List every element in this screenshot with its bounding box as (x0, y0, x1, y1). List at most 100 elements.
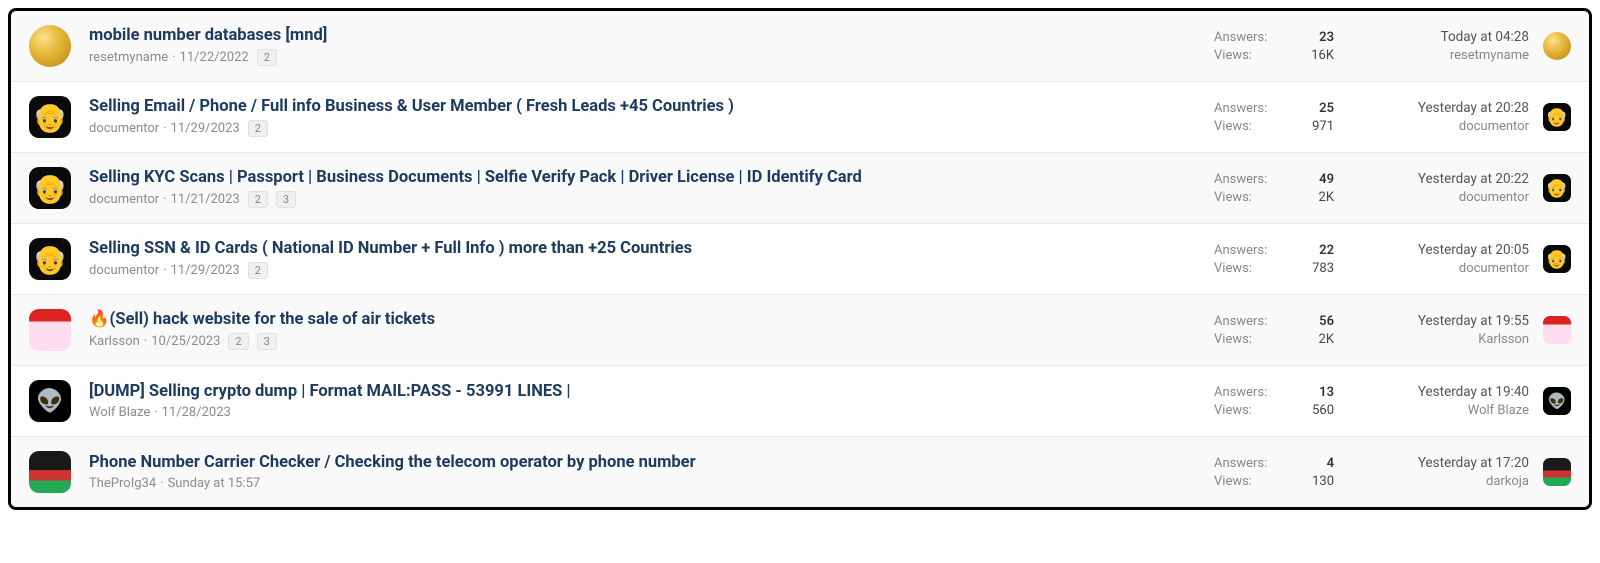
meta-separator: · (163, 121, 166, 136)
last-post-user[interactable]: resetmyname (1346, 48, 1529, 63)
author-avatar[interactable] (29, 451, 71, 493)
thread-main: mobile number databases [mnd] resetmyname… (89, 26, 1214, 66)
thread-author[interactable]: documentor (89, 263, 159, 278)
last-post: Yesterday at 19:40 Wolf Blaze (1334, 384, 1529, 418)
author-avatar[interactable] (29, 309, 71, 351)
thread-title[interactable]: mobile number databases [mnd] (89, 26, 1202, 45)
thread-author[interactable]: Wolf Blaze (89, 405, 150, 420)
meta-separator: · (163, 263, 166, 278)
last-post-time[interactable]: Yesterday at 19:55 (1346, 313, 1529, 329)
author-avatar[interactable]: 👽 (29, 380, 71, 422)
answers-label: Answers: (1214, 385, 1281, 400)
thread-title[interactable]: Selling Email / Phone / Full info Busine… (89, 97, 1202, 116)
page-badge[interactable]: 3 (257, 333, 277, 350)
last-post-time[interactable]: Yesterday at 19:40 (1346, 384, 1529, 400)
meta-separator: · (163, 192, 166, 207)
views-label: Views: (1214, 190, 1284, 205)
thread-meta: documentor · 11/29/2023 2 (89, 262, 1202, 279)
answers-label: Answers: (1214, 243, 1281, 258)
thread-stats: Answers:22Views:783 (1214, 243, 1334, 276)
thread-title[interactable]: Selling SSN & ID Cards ( National ID Num… (89, 239, 1202, 258)
thread-main: Selling Email / Phone / Full info Busine… (89, 97, 1214, 137)
answers-value: 22 (1299, 243, 1334, 258)
last-post-user[interactable]: Karlsson (1346, 332, 1529, 347)
thread-row: 👴 Selling Email / Phone / Full info Busin… (11, 82, 1589, 153)
last-post-avatar[interactable] (1543, 316, 1571, 344)
meta-separator: · (154, 405, 157, 420)
last-post-avatar[interactable] (1543, 458, 1571, 486)
thread-date: 11/29/2023 (171, 121, 240, 136)
last-post: Yesterday at 20:05 documentor (1334, 242, 1529, 276)
answers-value: 23 (1298, 30, 1334, 45)
last-post-user[interactable]: documentor (1346, 190, 1529, 205)
last-post-time[interactable]: Yesterday at 20:22 (1346, 171, 1529, 187)
last-post: Yesterday at 19:55 Karlsson (1334, 313, 1529, 347)
thread-date: 11/28/2023 (162, 405, 231, 420)
last-post-avatar[interactable]: 👴 (1543, 245, 1571, 273)
thread-author[interactable]: Karlsson (89, 334, 140, 349)
thread-title[interactable]: [DUMP] Selling crypto dump | Format MAIL… (89, 382, 1202, 401)
last-post-time[interactable]: Yesterday at 20:28 (1346, 100, 1529, 116)
answers-value: 4 (1299, 456, 1334, 471)
thread-author[interactable]: documentor (89, 192, 159, 207)
meta-separator: · (172, 50, 175, 65)
thread-author[interactable]: documentor (89, 121, 159, 136)
answers-value: 25 (1299, 101, 1334, 116)
last-post-time[interactable]: Today at 04:28 (1346, 29, 1529, 45)
page-badge[interactable]: 2 (228, 333, 248, 350)
thread-title[interactable]: Selling KYC Scans | Passport | Business … (89, 168, 1202, 187)
thread-list: mobile number databases [mnd] resetmyname… (11, 11, 1589, 507)
author-avatar[interactable]: 👴 (29, 167, 71, 209)
thread-main: Selling KYC Scans | Passport | Business … (89, 168, 1214, 208)
thread-author[interactable]: resetmyname (89, 50, 168, 65)
last-post: Yesterday at 20:28 documentor (1334, 100, 1529, 134)
views-label: Views: (1214, 474, 1281, 489)
answers-label: Answers: (1214, 30, 1280, 45)
last-post-user[interactable]: Wolf Blaze (1346, 403, 1529, 418)
page-badge[interactable]: 2 (248, 191, 268, 208)
meta-separator: · (144, 334, 147, 349)
thread-title[interactable]: 🔥(Sell) hack website for the sale of air… (89, 310, 1202, 329)
thread-main: [DUMP] Selling crypto dump | Format MAIL… (89, 382, 1214, 420)
last-post-user[interactable]: documentor (1346, 119, 1529, 134)
last-post: Yesterday at 17:20 darkoja (1334, 455, 1529, 489)
last-post-user[interactable]: darkoja (1346, 474, 1529, 489)
thread-author[interactable]: TheProIg34 (89, 476, 156, 491)
page-badge[interactable]: 2 (257, 49, 277, 66)
author-avatar[interactable] (29, 25, 71, 67)
last-post-avatar[interactable]: 👽 (1543, 387, 1571, 415)
thread-meta: Karlsson · 10/25/202323 (89, 333, 1202, 350)
page-badge[interactable]: 2 (248, 262, 268, 279)
answers-value: 49 (1302, 172, 1334, 187)
thread-title[interactable]: Phone Number Carrier Checker / Checking … (89, 453, 1202, 472)
views-value: 560 (1299, 403, 1334, 418)
answers-label: Answers: (1214, 172, 1284, 187)
thread-stats: Answers:56Views:2K (1214, 314, 1334, 347)
last-post-avatar[interactable]: 👴 (1543, 103, 1571, 131)
last-post-avatar[interactable]: 👴 (1543, 174, 1571, 202)
answers-label: Answers: (1214, 456, 1281, 471)
last-post-time[interactable]: Yesterday at 20:05 (1346, 242, 1529, 258)
thread-main: Phone Number Carrier Checker / Checking … (89, 453, 1214, 491)
last-post-time[interactable]: Yesterday at 17:20 (1346, 455, 1529, 471)
page-badge[interactable]: 2 (248, 120, 268, 137)
author-avatar[interactable]: 👴 (29, 96, 71, 138)
thread-meta: resetmyname · 11/22/20222 (89, 49, 1202, 66)
answers-label: Answers: (1214, 314, 1284, 329)
meta-separator: · (160, 476, 163, 491)
thread-row: 👽 [DUMP] Selling crypto dump | Format MAI… (11, 366, 1589, 437)
views-label: Views: (1214, 119, 1281, 134)
last-post-user[interactable]: documentor (1346, 261, 1529, 276)
thread-row: 👴 Selling KYC Scans | Passport | Business… (11, 153, 1589, 224)
thread-list-container: mobile number databases [mnd] resetmyname… (8, 8, 1592, 510)
last-post: Today at 04:28 resetmyname (1334, 29, 1529, 63)
page-badge[interactable]: 3 (276, 191, 296, 208)
thread-row: Phone Number Carrier Checker / Checking … (11, 437, 1589, 507)
last-post-avatar[interactable] (1543, 32, 1571, 60)
thread-main: Selling SSN & ID Cards ( National ID Num… (89, 239, 1214, 279)
thread-stats: Answers:4Views:130 (1214, 456, 1334, 489)
views-value: 2K (1302, 190, 1334, 205)
author-avatar[interactable]: 👴 (29, 238, 71, 280)
answers-label: Answers: (1214, 101, 1281, 116)
thread-date: 11/29/2023 (171, 263, 240, 278)
